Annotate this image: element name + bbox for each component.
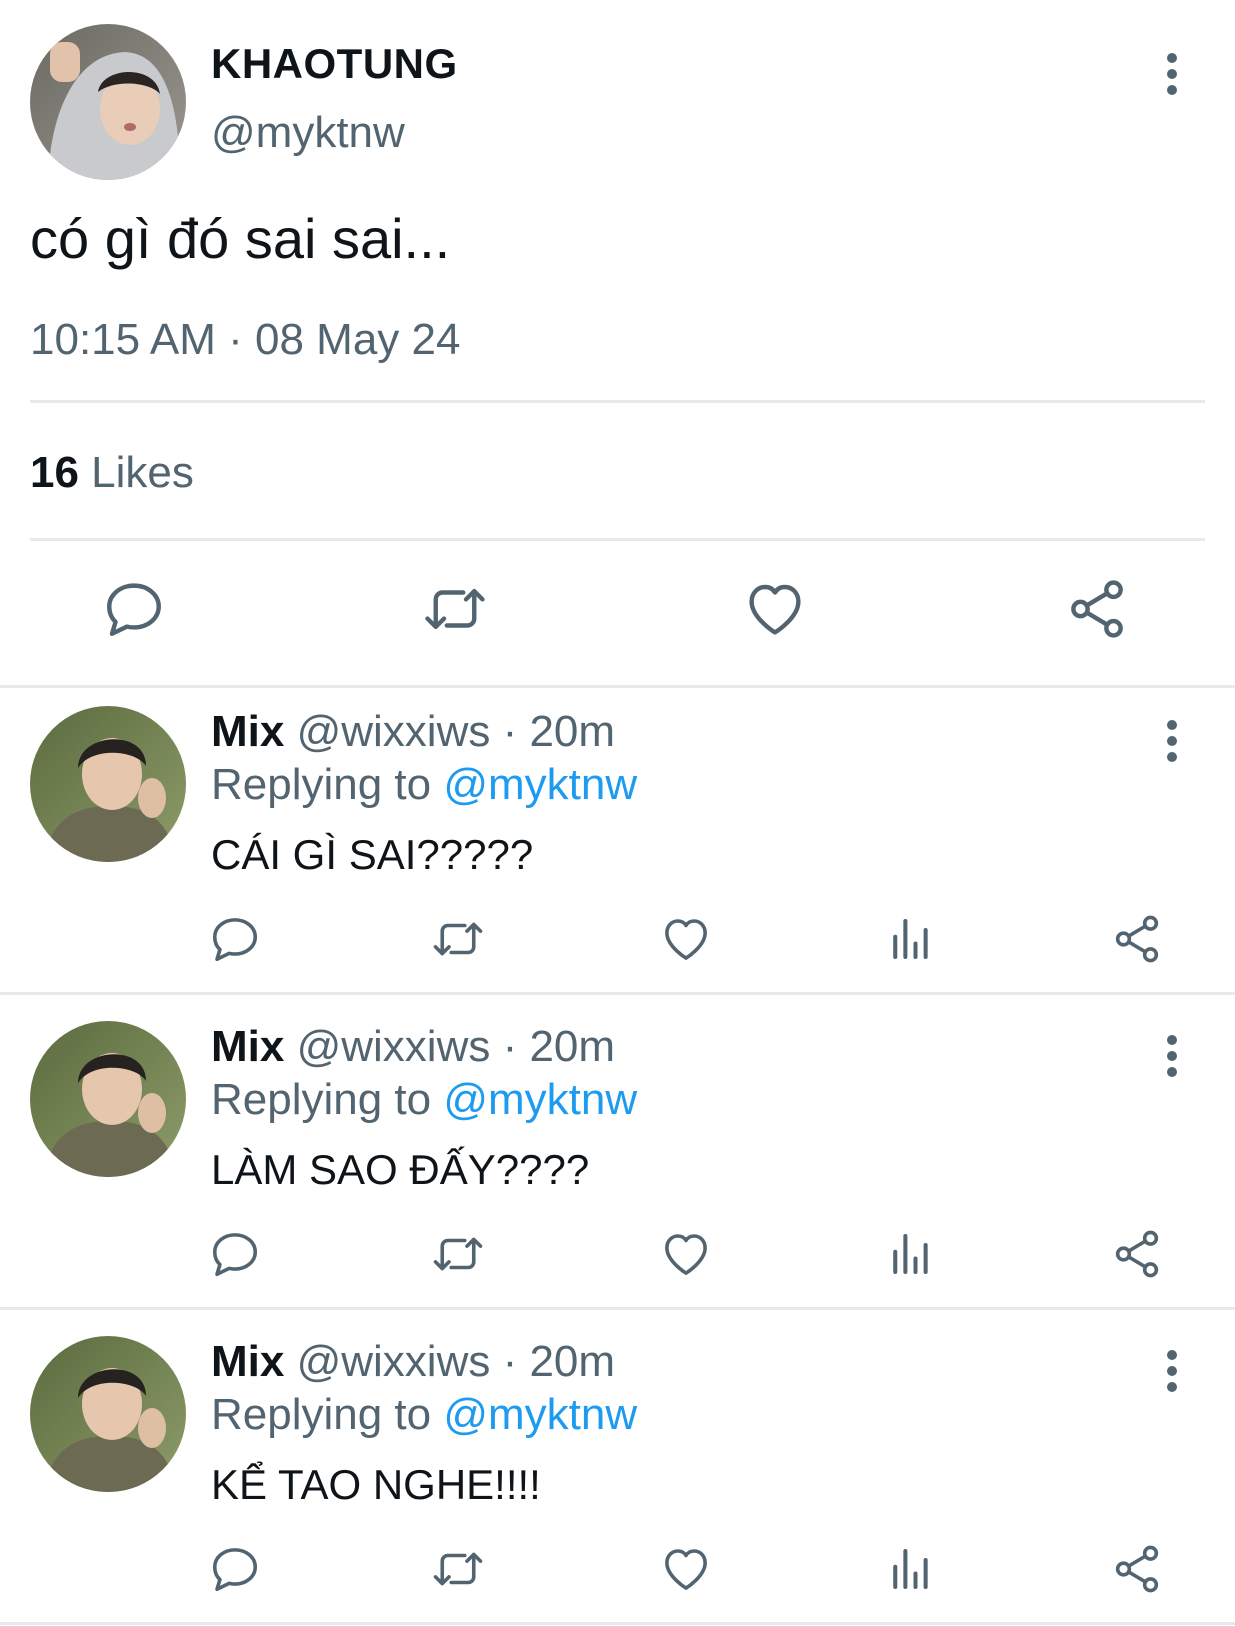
retweet-button[interactable] (422, 576, 488, 642)
views-icon (884, 1227, 938, 1281)
separator (0, 1622, 1235, 1625)
avatar[interactable] (30, 24, 186, 180)
reply-button[interactable] (208, 1227, 262, 1281)
tweet-text: có gì đó sai sai... (30, 207, 451, 270)
avatar[interactable] (30, 706, 186, 862)
views-button[interactable] (884, 1227, 938, 1281)
author-name[interactable]: KHAOTUNG (211, 40, 458, 88)
reply-icon (208, 912, 262, 966)
reply-tweet[interactable]: Mix @wixxiws · 20m Replying to @myktnw L… (0, 1002, 1235, 1317)
handle-time: @wixxiws · 20m (284, 707, 616, 756)
reply-text: KỂ TAO NGHE!!!! (211, 1461, 541, 1508)
retweet-icon (431, 1542, 485, 1596)
reply-button[interactable] (208, 1542, 262, 1596)
views-button[interactable] (884, 1542, 938, 1596)
share-button[interactable] (1110, 912, 1164, 966)
avatar[interactable] (30, 1336, 186, 1492)
retweet-icon (422, 576, 488, 642)
share-button[interactable] (1064, 576, 1130, 642)
retweet-icon (431, 912, 485, 966)
retweet-icon (431, 1227, 485, 1281)
reply-button[interactable] (101, 576, 167, 642)
mention-link[interactable]: @myktnw (443, 1075, 637, 1124)
reply-text: CÁI GÌ SAI????? (211, 831, 534, 878)
more-dot-icon (1167, 1382, 1177, 1392)
reply-header: Mix @wixxiws · 20m (211, 707, 615, 757)
share-icon (1110, 1542, 1164, 1596)
reply-icon (208, 1227, 262, 1281)
reply-icon (101, 576, 167, 642)
more-options-button[interactable] (1152, 44, 1192, 104)
separator (0, 1307, 1235, 1310)
more-dot-icon (1167, 69, 1177, 79)
likes-number: 16 (30, 448, 79, 497)
more-dot-icon (1167, 1350, 1177, 1360)
more-dot-icon (1167, 53, 1177, 63)
replying-to: Replying to @myktnw (211, 1075, 637, 1125)
reply-tweet[interactable]: Mix @wixxiws · 20m Replying to @myktnw K… (0, 1317, 1235, 1626)
share-button[interactable] (1110, 1227, 1164, 1281)
author-name[interactable]: Mix (211, 1337, 284, 1386)
more-options-button[interactable] (1152, 1026, 1192, 1086)
like-icon (659, 1542, 713, 1596)
reply-text: LÀM SAO ĐẤY???? (211, 1146, 590, 1193)
reply-header: Mix @wixxiws · 20m (211, 1337, 615, 1387)
share-icon (1110, 912, 1164, 966)
views-icon (884, 912, 938, 966)
avatar[interactable] (30, 1021, 186, 1177)
share-icon (1064, 576, 1130, 642)
more-dot-icon (1167, 1366, 1177, 1376)
more-dot-icon (1167, 1067, 1177, 1077)
reply-header: Mix @wixxiws · 20m (211, 1022, 615, 1072)
more-options-button[interactable] (1152, 711, 1192, 771)
more-dot-icon (1167, 1051, 1177, 1061)
author-handle[interactable]: @myktnw (211, 108, 405, 158)
likes-count[interactable]: 16 Likes (30, 448, 194, 498)
like-button[interactable] (659, 1227, 713, 1281)
retweet-button[interactable] (431, 1227, 485, 1281)
tweet-timestamp[interactable]: 10:15 AM · 08 May 24 (30, 315, 460, 365)
share-icon (1110, 1227, 1164, 1281)
more-dot-icon (1167, 752, 1177, 762)
views-button[interactable] (884, 912, 938, 966)
author-name[interactable]: Mix (211, 707, 284, 756)
reply-icon (208, 1542, 262, 1596)
more-dot-icon (1167, 85, 1177, 95)
handle-time: @wixxiws · 20m (284, 1022, 616, 1071)
replying-label: Replying to (211, 1075, 444, 1124)
replying-to: Replying to @myktnw (211, 760, 637, 810)
like-icon (659, 912, 713, 966)
main-tweet: KHAOTUNG @myktnw có gì đó sai sai... 10:… (0, 0, 1235, 687)
like-icon (659, 1227, 713, 1281)
author-name[interactable]: Mix (211, 1022, 284, 1071)
retweet-button[interactable] (431, 1542, 485, 1596)
like-button[interactable] (659, 912, 713, 966)
more-dot-icon (1167, 1035, 1177, 1045)
replying-label: Replying to (211, 760, 444, 809)
likes-label: Likes (78, 448, 194, 497)
mention-link[interactable]: @myktnw (443, 760, 637, 809)
reply-button[interactable] (208, 912, 262, 966)
separator (0, 992, 1235, 995)
handle-time: @wixxiws · 20m (284, 1337, 616, 1386)
more-dot-icon (1167, 720, 1177, 730)
more-options-button[interactable] (1152, 1341, 1192, 1401)
divider (30, 400, 1205, 403)
replying-to: Replying to @myktnw (211, 1390, 637, 1440)
divider (30, 538, 1205, 541)
reply-tweet[interactable]: Mix @wixxiws · 20m Replying to @myktnw C… (0, 687, 1235, 1002)
share-button[interactable] (1110, 1542, 1164, 1596)
retweet-button[interactable] (431, 912, 485, 966)
like-button[interactable] (742, 576, 808, 642)
like-button[interactable] (659, 1542, 713, 1596)
mention-link[interactable]: @myktnw (443, 1390, 637, 1439)
more-dot-icon (1167, 736, 1177, 746)
like-icon (742, 576, 808, 642)
replying-label: Replying to (211, 1390, 444, 1439)
views-icon (884, 1542, 938, 1596)
